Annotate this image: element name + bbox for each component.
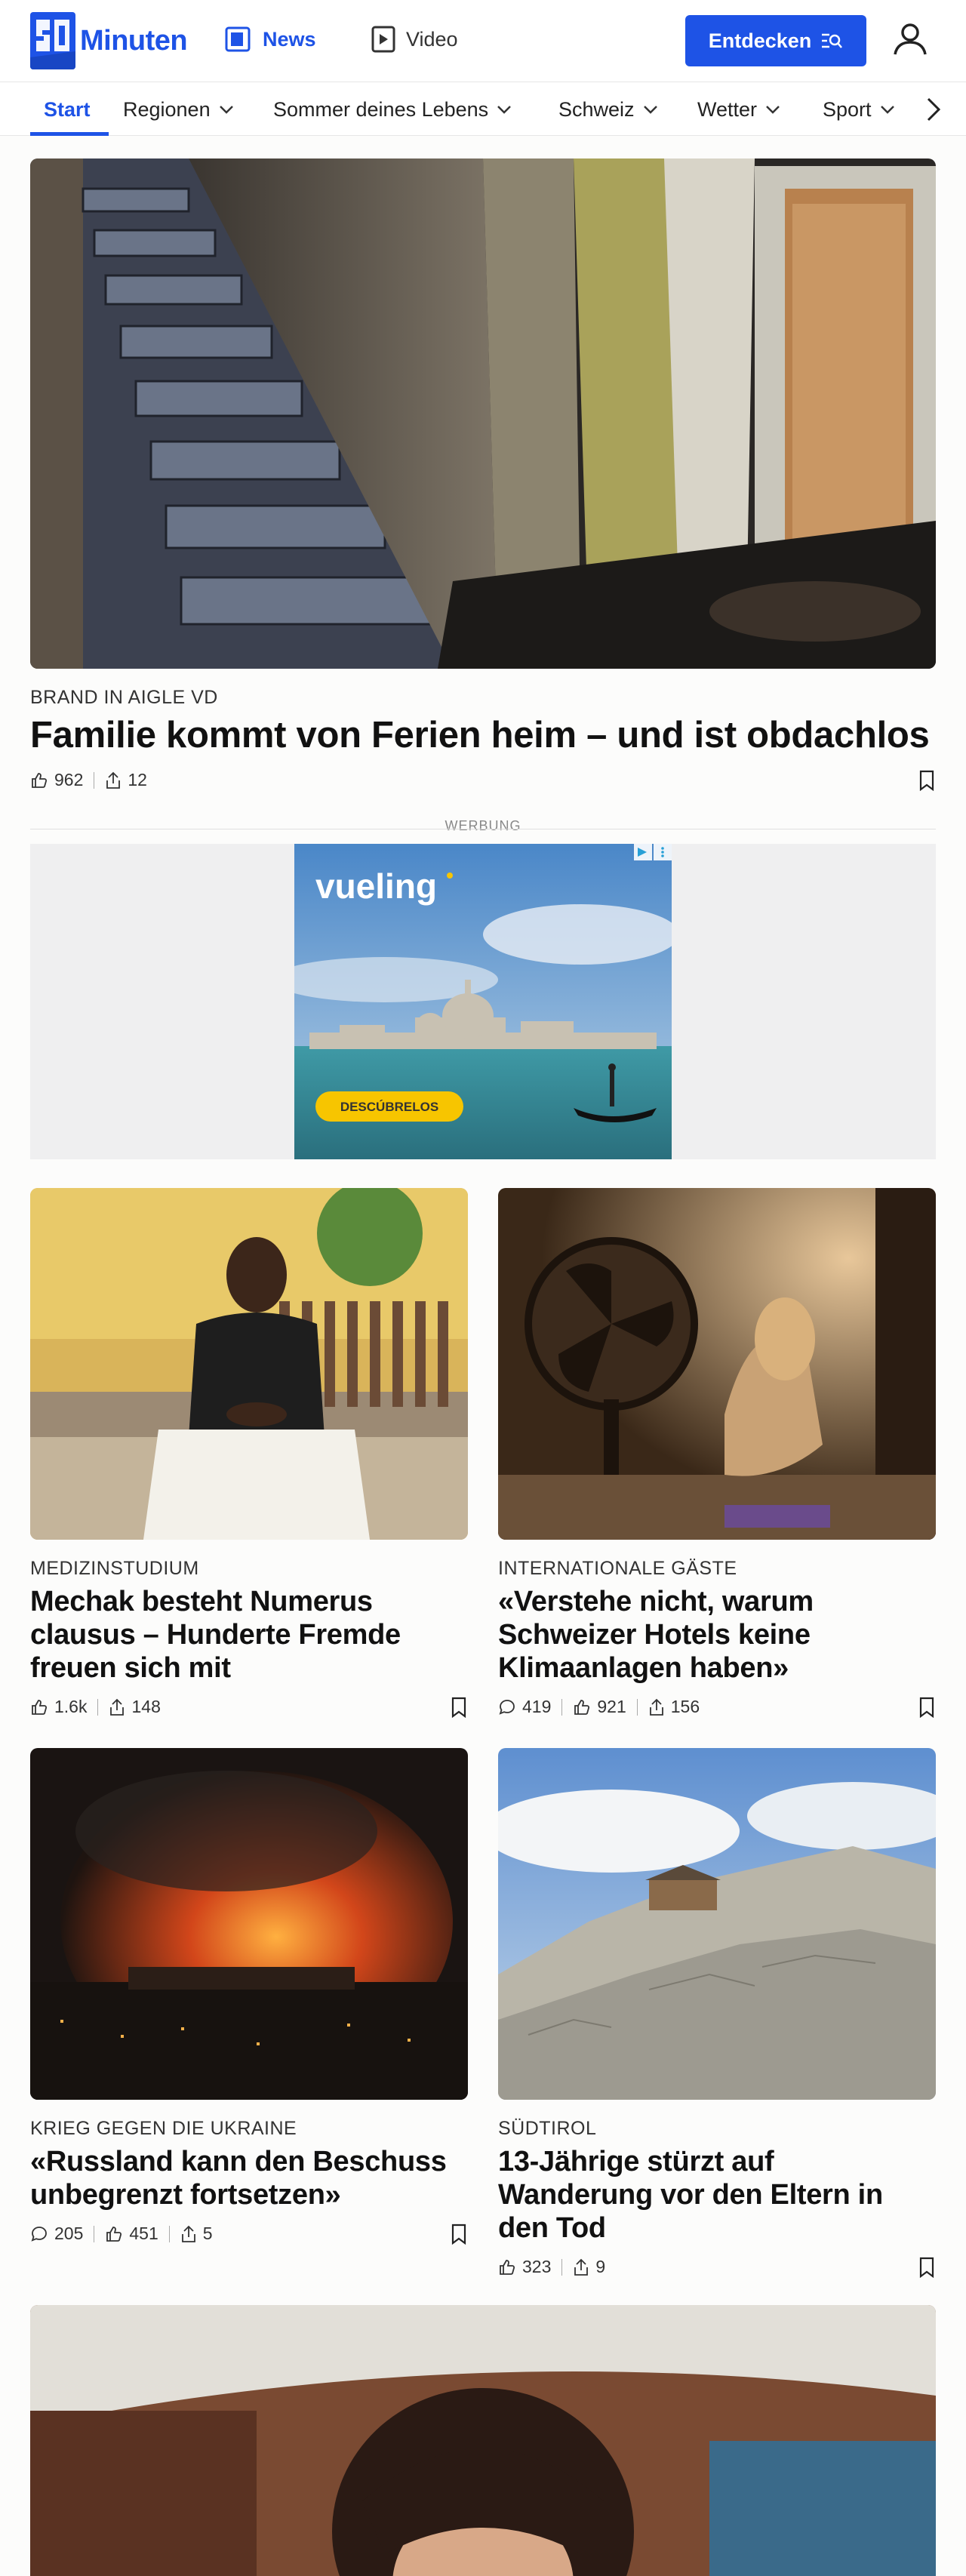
- active-tab-indicator: [30, 132, 109, 136]
- article-kicker: SÜDTIROL: [498, 2118, 597, 2139]
- share-icon[interactable]: [648, 1698, 665, 1716]
- share-count: 5: [202, 2224, 213, 2243]
- share-icon[interactable]: [180, 2225, 197, 2243]
- nav-video[interactable]: Video: [371, 23, 458, 56]
- article-title[interactable]: 13-Jährige stürzt auf Wanderung vor den …: [498, 2145, 936, 2245]
- article-meta: 205 451 5: [30, 2224, 213, 2244]
- thumbs-up-icon[interactable]: [30, 1698, 48, 1716]
- share-count: 156: [670, 1697, 700, 1716]
- like-count: 1.6k: [54, 1697, 88, 1716]
- thumbs-up-icon[interactable]: [105, 2225, 123, 2243]
- bookmark-icon[interactable]: [918, 1697, 936, 1718]
- thumbs-up-icon[interactable]: [498, 2258, 516, 2276]
- article-meta: 1.6k 148: [30, 1697, 161, 1717]
- article-image-hotel-fan[interactable]: [498, 1188, 936, 1540]
- article-title[interactable]: «Verstehe nicht, warum Schweizer Hotels …: [498, 1585, 936, 1685]
- chevron-down-icon: [766, 106, 780, 114]
- share-icon[interactable]: [105, 771, 122, 789]
- meta-divider: [168, 2225, 170, 2242]
- nav-news[interactable]: News: [225, 23, 316, 56]
- bookmark-icon[interactable]: [450, 2224, 468, 2245]
- video-icon: [371, 26, 395, 53]
- tab-schweiz[interactable]: Schweiz: [558, 82, 659, 137]
- article-title[interactable]: Familie kommt von Ferien heim – und ist …: [30, 712, 936, 758]
- article-image-fire-night[interactable]: [30, 1748, 468, 2100]
- share-icon[interactable]: [573, 2258, 589, 2276]
- article-kicker: MEDIZINSTUDIUM: [30, 1558, 199, 1579]
- logo-text: Minuten: [80, 24, 188, 57]
- comment-count: 419: [522, 1697, 552, 1716]
- thumbs-up-icon[interactable]: [573, 1698, 591, 1716]
- share-icon[interactable]: [109, 1698, 125, 1716]
- share-count: 12: [128, 770, 147, 789]
- article-title[interactable]: Mechak besteht Numerus clausus – Hundert…: [30, 1585, 468, 1685]
- bookmark-icon[interactable]: [918, 2257, 936, 2278]
- ad-label: WERBUNG: [445, 818, 521, 833]
- article-title[interactable]: «Russland kann den Beschuss unbegrenzt f…: [30, 2145, 468, 2211]
- tab-regionen[interactable]: Regionen: [123, 82, 235, 137]
- tab-start[interactable]: Start: [44, 82, 91, 137]
- comment-count: 205: [54, 2224, 84, 2243]
- ad-brand: vueling: [315, 866, 437, 906]
- tab-sport[interactable]: Sport: [823, 82, 896, 137]
- like-count: 962: [54, 770, 84, 789]
- tab-wetter[interactable]: Wetter: [697, 82, 781, 137]
- article-image-student[interactable]: [30, 1188, 468, 1540]
- article-image-fire-stairs[interactable]: [30, 158, 936, 669]
- meta-divider: [561, 1698, 563, 1716]
- article-kicker: BRAND IN AIGLE VD: [30, 687, 218, 708]
- article-meta: 962 12: [30, 770, 147, 790]
- site-header: Minuten News Video Entdecken: [0, 0, 966, 82]
- chevron-down-icon: [497, 106, 512, 114]
- entdecken-button[interactable]: Entdecken: [685, 15, 866, 66]
- chevron-down-icon: [643, 106, 657, 114]
- article-image-portrait[interactable]: [30, 2305, 936, 2576]
- meta-divider: [97, 1698, 99, 1716]
- like-count: 921: [597, 1697, 626, 1716]
- article-meta: 419 921 156: [498, 1697, 700, 1717]
- user-icon[interactable]: [891, 20, 930, 59]
- thumbs-up-icon[interactable]: [30, 771, 48, 789]
- ad-cta[interactable]: DESCÚBRELOS: [340, 1100, 438, 1114]
- nav-video-label: Video: [406, 27, 458, 51]
- bookmark-icon[interactable]: [918, 770, 936, 791]
- article-meta: 323 9: [498, 2257, 605, 2277]
- comment-icon[interactable]: [498, 1698, 516, 1716]
- ad-banner[interactable]: DESCÚBRELOS vueling: [294, 844, 672, 1159]
- like-count: 323: [522, 2257, 552, 2276]
- article-kicker: INTERNATIONALE GÄSTE: [498, 1558, 737, 1579]
- article-image-mountain[interactable]: [498, 1748, 936, 2100]
- category-tabs: Start Regionen Sommer deines Lebens Schw…: [0, 82, 966, 136]
- entdecken-label: Entdecken: [708, 29, 812, 52]
- like-count: 451: [129, 2224, 158, 2243]
- bookmark-icon[interactable]: [450, 1697, 468, 1718]
- chevron-right-icon[interactable]: [918, 94, 948, 125]
- comment-icon[interactable]: [30, 2225, 48, 2243]
- tab-sommer-deines-lebens[interactable]: Sommer deines Lebens: [273, 82, 512, 137]
- search-list-icon: [822, 33, 843, 48]
- nav-news-label: News: [263, 27, 316, 51]
- chevron-down-icon: [880, 106, 894, 114]
- article-kicker: KRIEG GEGEN DIE UKRAINE: [30, 2118, 297, 2139]
- meta-divider: [636, 1698, 638, 1716]
- share-count: 9: [595, 2257, 606, 2276]
- logo-mark-icon: [30, 12, 75, 69]
- site-logo[interactable]: Minuten: [30, 12, 188, 69]
- chevron-down-icon: [219, 106, 233, 114]
- meta-divider: [561, 2258, 563, 2276]
- share-count: 148: [131, 1697, 161, 1716]
- news-icon: [225, 26, 251, 52]
